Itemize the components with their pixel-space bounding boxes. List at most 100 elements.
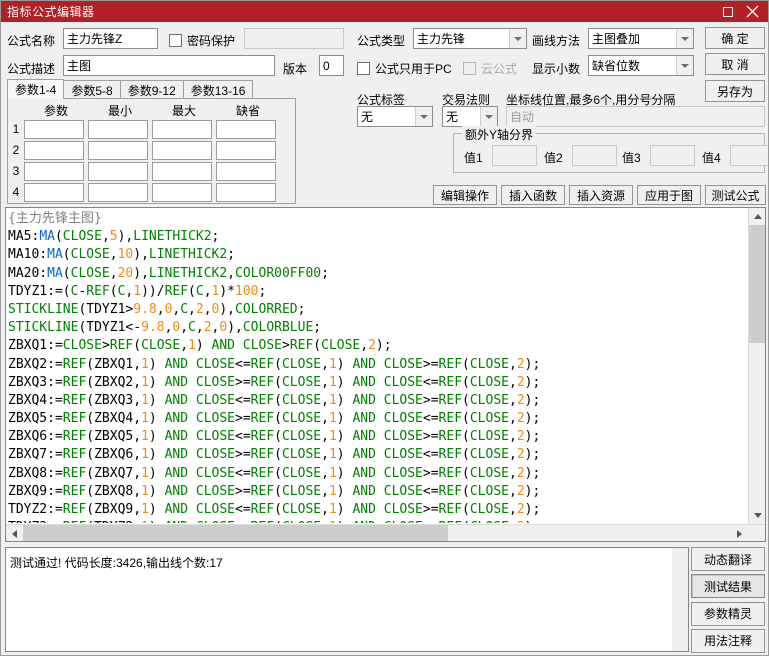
decimals-value: 缺省位数 — [592, 59, 641, 73]
chevron-down-icon[interactable] — [676, 56, 693, 75]
y-value-3-input[interactable] — [650, 145, 695, 166]
param-cell-default[interactable] — [216, 182, 276, 202]
code-line: MA5:MA(CLOSE,5),LINETHICK2; — [8, 229, 220, 245]
param-cell-min[interactable] — [88, 161, 148, 181]
y-value-2-label: 值2 — [544, 151, 563, 165]
code-line: TDYZ1:=(C-REF(C,1))/REF(C,1)*100; — [8, 283, 267, 299]
scroll-left-icon[interactable] — [6, 525, 23, 541]
close-button[interactable] — [740, 2, 764, 21]
cancel-button[interactable]: 取 消 — [705, 53, 765, 75]
insert-function-button[interactable]: 插入函数 — [501, 185, 565, 205]
param-cell-min[interactable] — [88, 140, 148, 160]
param-cell-max[interactable] — [152, 161, 212, 181]
draw-method-select[interactable]: 主图叠加 — [588, 28, 694, 49]
y-value-1-input[interactable] — [492, 145, 537, 166]
dynamic-translate-button[interactable]: 动态翻译 — [691, 547, 765, 571]
tab-params-9-12[interactable]: 参数9-12 — [119, 80, 184, 99]
hscroll-thumb[interactable] — [23, 525, 448, 541]
decimals-label: 显示小数 — [532, 62, 581, 76]
formula-desc-label: 公式描述 — [7, 62, 56, 76]
param-wizard-button[interactable]: 参数精灵 — [691, 601, 765, 626]
tab-params-1-4[interactable]: 参数1-4 — [7, 79, 65, 99]
ok-button[interactable]: 确 定 — [705, 27, 765, 49]
code-editor[interactable]: {主力先锋主图} MA5:MA(CLOSE,5),LINETHICK2; MA10:… — [5, 207, 766, 542]
window-controls — [716, 2, 764, 21]
password-protect-box — [169, 34, 182, 47]
test-formula-button[interactable]: 测试公式 — [705, 185, 766, 205]
tab-params-5-8[interactable]: 参数5-8 — [63, 80, 121, 99]
editor-vertical-scrollbar[interactable] — [748, 208, 765, 524]
row-number: 2 — [12, 143, 20, 157]
cloud-formula-box — [463, 62, 476, 75]
formula-type-select[interactable]: 主力先锋 — [413, 28, 527, 49]
vscroll-thumb[interactable] — [749, 225, 765, 343]
extra-y-axis-legend: 额外Y轴分界 — [462, 126, 537, 143]
chevron-down-icon[interactable] — [415, 107, 432, 126]
close-icon — [746, 5, 758, 18]
test-result-button[interactable]: 测试结果 — [691, 574, 765, 599]
version-input[interactable]: 0 — [319, 55, 344, 76]
scroll-right-icon[interactable] — [731, 525, 748, 541]
apply-to-chart-button[interactable]: 应用于图 — [637, 185, 701, 205]
scroll-down-icon[interactable] — [749, 507, 765, 524]
decimals-select[interactable]: 缺省位数 — [588, 55, 694, 76]
side-button-group: 动态翻译 测试结果 参数精灵 用法注释 — [691, 547, 765, 653]
param-cell-param[interactable] — [24, 182, 84, 202]
edit-operation-button[interactable]: 编辑操作 — [433, 185, 497, 205]
window-title: 指标公式编辑器 — [7, 5, 95, 19]
column-header-max: 最大 — [171, 104, 196, 118]
param-cell-param[interactable] — [24, 140, 84, 160]
code-line: TDYZ2:=REF(ZBXQ9,1) AND CLOSE<=REF(CLOSE… — [8, 502, 541, 517]
y-value-2-input[interactable] — [572, 145, 617, 166]
code-line: ZBXQ3:=REF(ZBXQ2,1) AND CLOSE>=REF(CLOSE… — [8, 374, 541, 390]
code-line: STICKLINE(TDYZ1>9.8,0,C,2,0),COLORRED; — [8, 301, 306, 317]
usage-note-button[interactable]: 用法注释 — [691, 628, 765, 653]
trade-rule-select[interactable]: 无 — [442, 106, 498, 127]
formula-type-value: 主力先锋 — [417, 32, 466, 46]
draw-method-label: 画线方法 — [532, 34, 581, 48]
coordline-input[interactable]: 自动 — [506, 106, 765, 127]
insert-resource-button[interactable]: 插入资源 — [569, 185, 633, 205]
chevron-down-icon[interactable] — [480, 107, 497, 126]
password-protect-checkbox[interactable]: 密码保护 — [169, 32, 235, 49]
code-line: ZBXQ7:=REF(ZBXQ6,1) AND CLOSE>=REF(CLOSE… — [8, 447, 541, 463]
param-cell-min[interactable] — [88, 119, 148, 139]
column-header-default: 缺省 — [235, 104, 260, 118]
scroll-up-icon[interactable] — [749, 208, 765, 225]
code-line: ZBXQ2:=REF(ZBXQ1,1) AND CLOSE<=REF(CLOSE… — [8, 356, 541, 372]
param-cell-min[interactable] — [88, 182, 148, 202]
y-value-4-input[interactable] — [730, 145, 768, 166]
formula-name-input[interactable]: 主力先锋Z — [63, 28, 158, 49]
extra-y-axis-group: 额外Y轴分界 值1 值2 值3 值4 — [453, 126, 768, 173]
save-as-button[interactable]: 另存为 — [705, 80, 765, 102]
param-cell-param[interactable] — [24, 119, 84, 139]
formula-tag-select[interactable]: 无 — [357, 106, 433, 127]
param-cell-max[interactable] — [152, 119, 212, 139]
param-cell-param[interactable] — [24, 161, 84, 181]
param-cell-default[interactable] — [216, 140, 276, 160]
pc-only-label: 公式只用于PC — [375, 62, 452, 76]
param-cell-default[interactable] — [216, 119, 276, 139]
table-row: 1 — [8, 119, 295, 139]
tab-params-13-16[interactable]: 参数13-16 — [182, 80, 254, 99]
result-panel-gutter — [672, 548, 688, 651]
cloud-formula-label: 云公式 — [481, 62, 518, 76]
chevron-down-icon[interactable] — [509, 29, 526, 48]
editor-horizontal-scrollbar[interactable] — [6, 524, 765, 541]
cloud-formula-checkbox[interactable]: 云公式 — [463, 60, 517, 77]
password-input[interactable] — [244, 28, 344, 49]
draw-method-value: 主图叠加 — [592, 32, 641, 46]
version-label: 版本 — [283, 62, 308, 76]
indicator-formula-editor-window: 指标公式编辑器 公式名称 主力先锋Z 密码保护 公式类型 主力先锋 画线方法 主… — [0, 0, 769, 656]
formula-desc-input[interactable]: 主图 — [63, 55, 275, 76]
param-cell-max[interactable] — [152, 182, 212, 202]
code-line: TDYZ3:=REF(TDYZ2,1) AND CLOSE>=REF(CLOSE… — [8, 519, 747, 523]
param-cell-default[interactable] — [216, 161, 276, 181]
param-cell-max[interactable] — [152, 140, 212, 160]
y-value-4-label: 值4 — [702, 151, 721, 165]
maximize-button[interactable] — [716, 2, 740, 21]
row-number: 3 — [12, 164, 20, 178]
chevron-down-icon[interactable] — [676, 29, 693, 48]
code-text[interactable]: {主力先锋主图} MA5:MA(CLOSE,5),LINETHICK2; MA10:… — [8, 210, 747, 523]
pc-only-checkbox[interactable]: 公式只用于PC — [357, 60, 452, 77]
